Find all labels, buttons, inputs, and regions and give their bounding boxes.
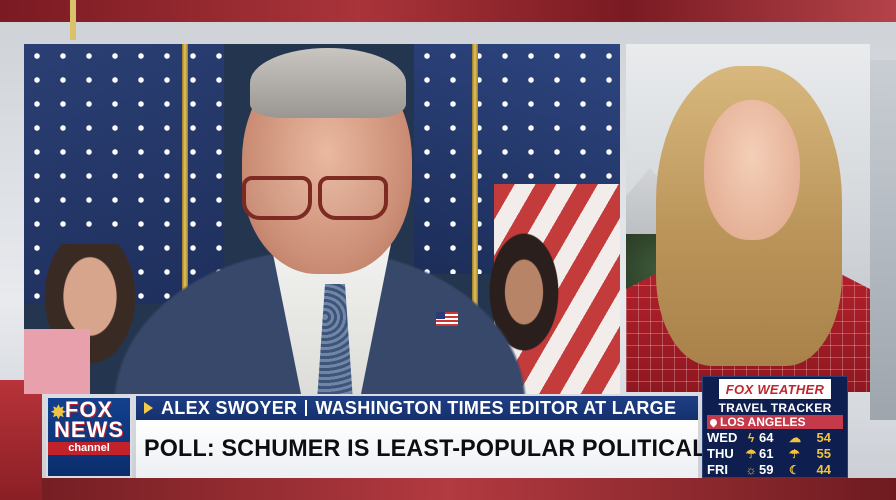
flag-lapel-pin-icon bbox=[436, 312, 458, 326]
studio-gold-stripe bbox=[70, 0, 76, 40]
studio-top-band bbox=[0, 0, 896, 22]
city-name: LOS ANGELES bbox=[720, 415, 806, 429]
forecast-row: FRI ☼ 59 ☾ 44 bbox=[707, 462, 843, 477]
studio-bottom-band bbox=[0, 478, 896, 500]
fox-weather-brand: FOX WEATHER bbox=[719, 379, 831, 399]
guest-name: ALEX SWOYER bbox=[161, 397, 298, 418]
weather-tracker: FOX WEATHER TRAVEL TRACKER LOS ANGELES W… bbox=[702, 376, 848, 478]
glasses-lens-right bbox=[318, 176, 388, 220]
star-icon: ✸ bbox=[50, 402, 67, 424]
weather-title: TRAVEL TRACKER bbox=[718, 401, 832, 415]
name-separator bbox=[305, 400, 308, 416]
forecast-day: THU bbox=[707, 446, 734, 461]
speaker-hair bbox=[250, 48, 406, 118]
forecast-high: 61 bbox=[759, 446, 774, 461]
partly-cloudy-icon: ☼ bbox=[745, 462, 757, 477]
speaker-glasses bbox=[242, 176, 392, 220]
fox-news-logo: ✸ FOX NEWS channel bbox=[46, 396, 132, 478]
guest-title: WASHINGTON TIMES EDITOR AT LARGE bbox=[315, 397, 677, 418]
studio-left-panel bbox=[0, 380, 42, 500]
weather-city: LOS ANGELES bbox=[707, 415, 843, 429]
moon-icon: ☾ bbox=[789, 462, 800, 477]
forecast-day: WED bbox=[707, 430, 738, 445]
lightning-icon: ϟ bbox=[747, 430, 755, 445]
forecast-low: 44 bbox=[816, 462, 831, 477]
studio-right-panel bbox=[870, 60, 896, 420]
forecast-low: 54 bbox=[816, 430, 831, 445]
cloud-icon: ☁ bbox=[789, 430, 801, 445]
forecast-row: THU ☂ 61 ☂ 55 bbox=[707, 446, 843, 461]
glasses-lens-left bbox=[242, 176, 312, 220]
forecast-low: 55 bbox=[816, 446, 831, 461]
guest-name-bar: ALEX SWOYER WASHINGTON TIMES EDITOR AT L… bbox=[136, 396, 698, 420]
headline-bar: POLL: SCHUMER IS LEAST-POPULAR POLITICAL… bbox=[136, 420, 810, 478]
rain-icon: ☂ bbox=[745, 446, 757, 461]
main-video-feed bbox=[24, 44, 620, 394]
play-arrow-icon bbox=[144, 402, 153, 414]
forecast-day: FRI bbox=[707, 462, 728, 477]
logo-channel: channel bbox=[48, 442, 130, 455]
forecast-row: WED ϟ 64 ☁ 54 bbox=[707, 430, 843, 445]
rain-icon: ☂ bbox=[789, 446, 800, 461]
forecast-high: 59 bbox=[759, 462, 774, 477]
anchor-face bbox=[704, 100, 800, 240]
side-video-feed bbox=[626, 44, 870, 392]
forecast-high: 64 bbox=[759, 430, 774, 445]
location-pin-icon bbox=[708, 417, 719, 427]
